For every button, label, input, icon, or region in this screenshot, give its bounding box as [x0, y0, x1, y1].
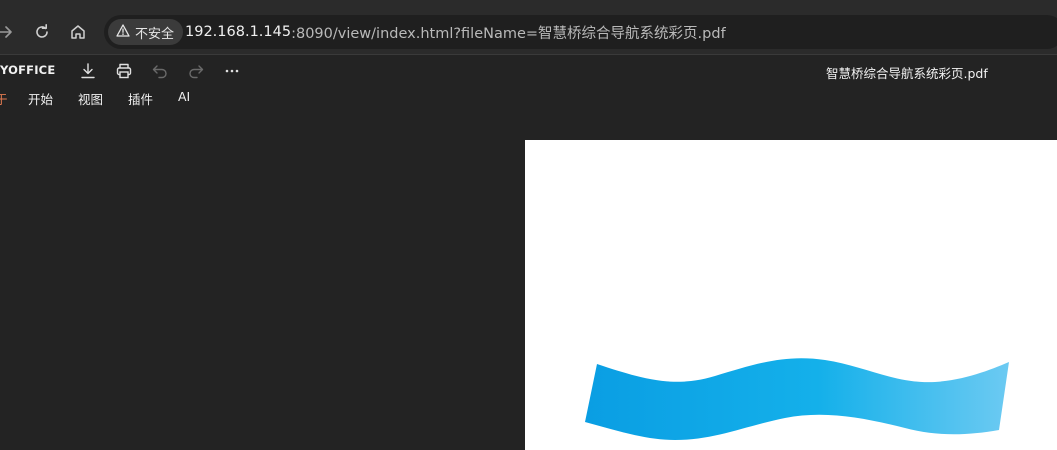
window-top-strip	[0, 0, 1057, 8]
forward-icon[interactable]	[0, 20, 18, 44]
reload-icon[interactable]	[30, 20, 54, 44]
redo-icon[interactable]	[186, 61, 206, 81]
home-icon[interactable]	[66, 20, 90, 44]
browser-toolbar: 不安全 192.168.1.145:8090/view/index.html?f…	[0, 8, 1057, 55]
url-host: 192.168.1.145	[185, 24, 292, 40]
url-text[interactable]: 192.168.1.145:8090/view/index.html?fileN…	[185, 15, 726, 49]
menu-item-plugins[interactable]: 插件	[128, 89, 153, 108]
warning-icon	[116, 23, 130, 41]
brand-logo: YOFFICE	[0, 63, 56, 77]
blue-wave-graphic	[585, 358, 1009, 440]
security-chip[interactable]: 不安全	[108, 19, 184, 45]
menu-item-file-partial[interactable]: 于	[0, 89, 8, 108]
security-label: 不安全	[135, 26, 175, 42]
download-icon[interactable]	[78, 61, 98, 81]
app-toolbar: YOFFICE 智慧桥综合导航系统彩页.pdf 于 开始 视图 插件 AI	[0, 56, 1057, 116]
print-icon[interactable]	[114, 61, 134, 81]
url-path: :8090/view/index.html?fileName=智慧桥综合导航系统…	[291, 25, 726, 42]
menu-item-start[interactable]: 开始	[28, 89, 53, 108]
document-title: 智慧桥综合导航系统彩页.pdf	[826, 66, 988, 81]
menu-item-ai[interactable]: AI	[178, 89, 190, 104]
menu-item-view[interactable]: 视图	[78, 89, 103, 108]
undo-icon[interactable]	[150, 61, 170, 81]
pdf-page	[525, 140, 1057, 450]
address-bar[interactable]: 不安全 192.168.1.145:8090/view/index.html?f…	[104, 15, 1057, 49]
more-icon[interactable]	[222, 61, 242, 81]
